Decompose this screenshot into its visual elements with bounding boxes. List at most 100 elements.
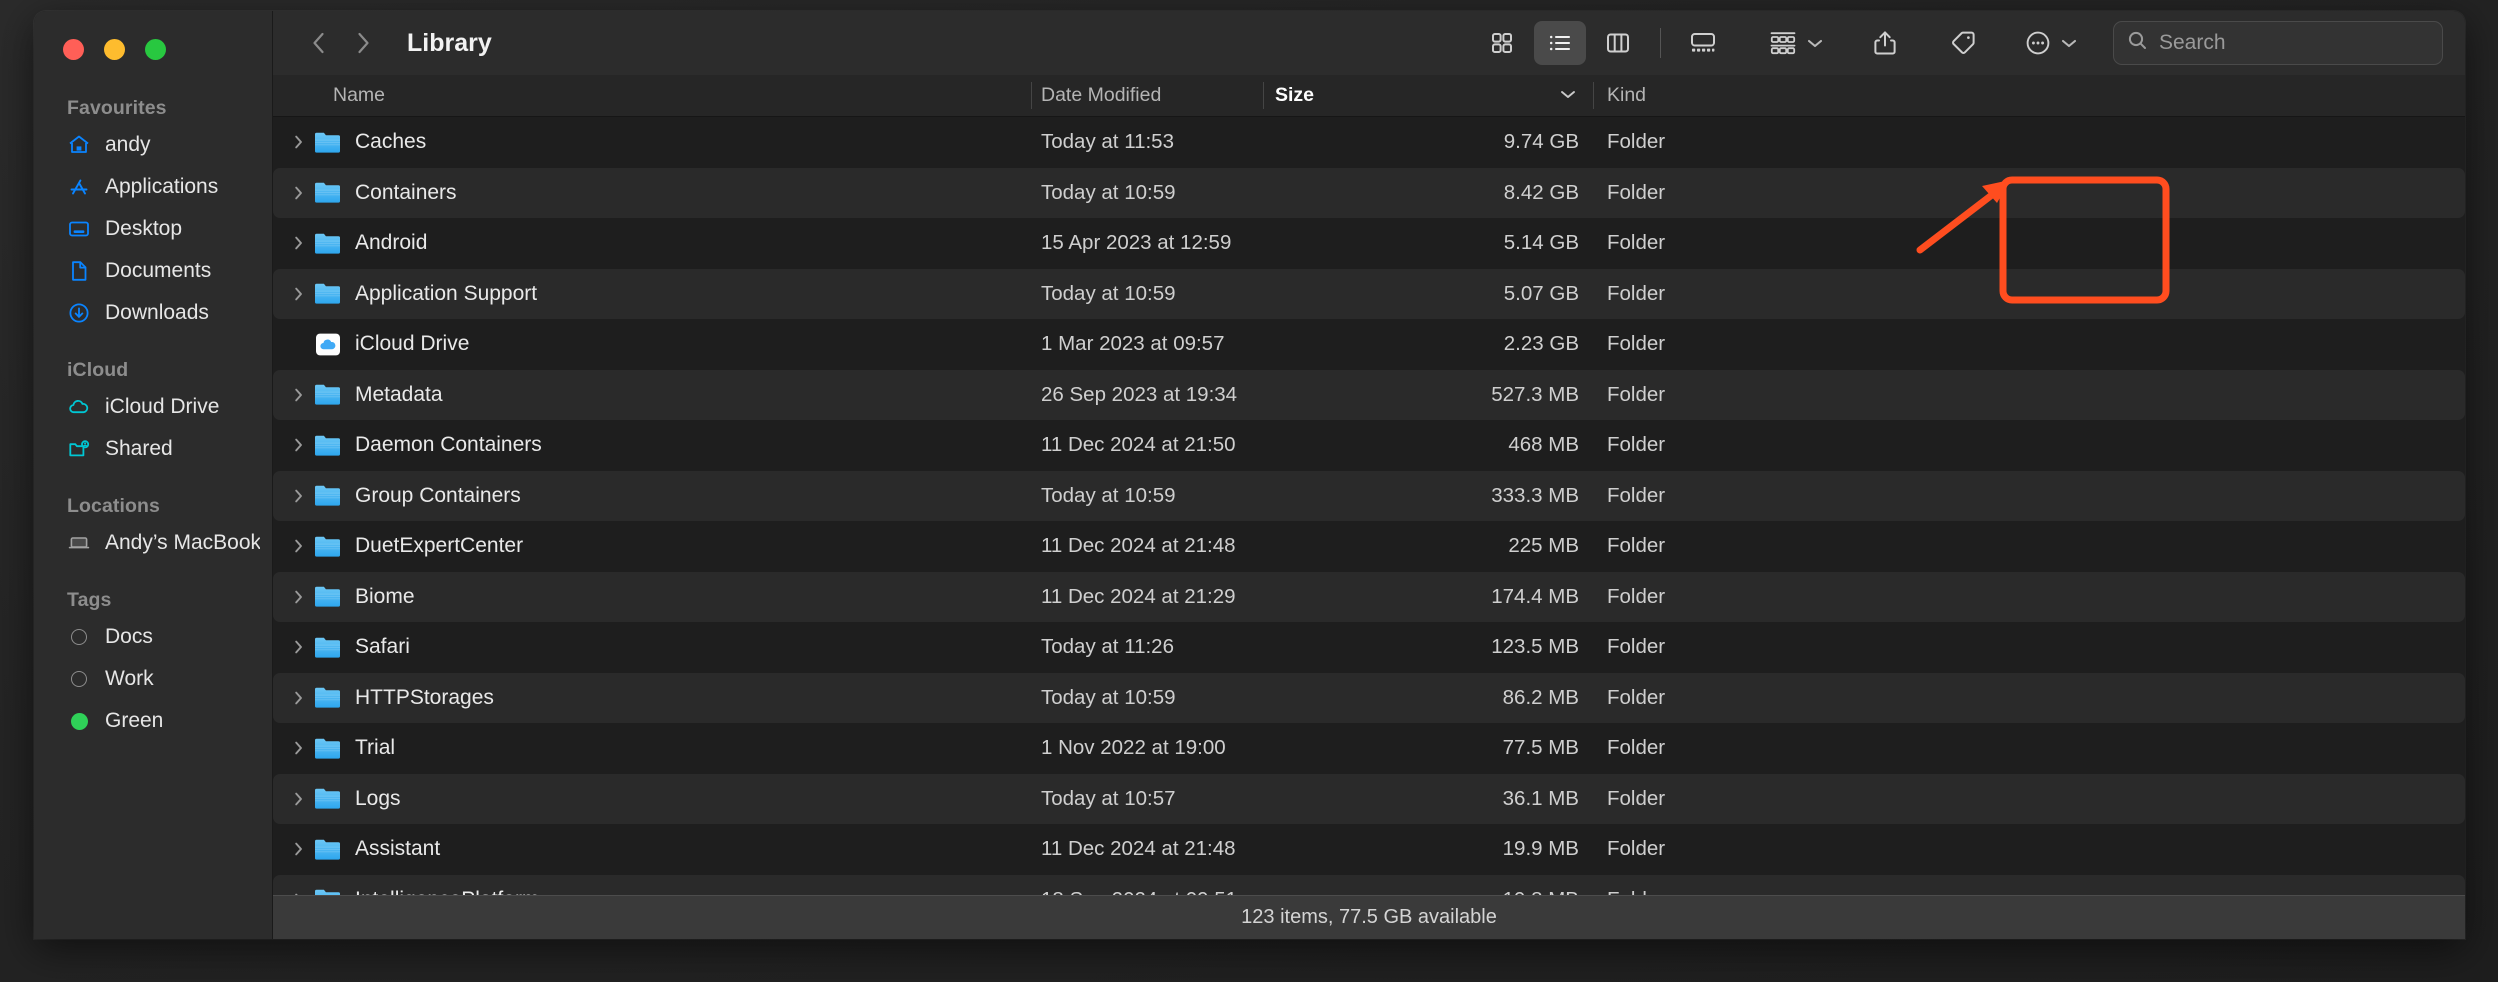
tag-button[interactable] [1941, 21, 1985, 65]
disclosure-triangle-icon[interactable] [285, 587, 313, 607]
row-cell-name: DuetExpertCenter [273, 534, 1031, 558]
row-cell-kind: Folder [1607, 382, 1666, 406]
sidebar-item-documents[interactable]: Documents [34, 253, 260, 289]
table-row[interactable]: Containers Today at 10:59 8.42 GB Folder [273, 167, 2465, 218]
sidebar-section-favourites-title: Favourites [67, 97, 167, 119]
row-cell-size: 86.2 MB [1502, 685, 1579, 709]
column-header-kind[interactable]: Kind [1593, 75, 2465, 116]
gallery-view-button[interactable] [1677, 21, 1729, 65]
row-name-label: Daemon Containers [355, 433, 542, 457]
table-row[interactable]: HTTPStorages Today at 10:59 86.2 MB Folder [273, 672, 2465, 723]
row-name-label: Safari [355, 635, 410, 659]
row-cell-size: 19.8 MB [1263, 888, 1593, 895]
sidebar-item-tag-work[interactable]: Work [34, 661, 260, 697]
row-cell-name: Assistant [273, 837, 1031, 861]
view-mode-segmented-control [1476, 21, 1729, 65]
more-options-button[interactable] [2019, 21, 2083, 65]
maximize-button[interactable] [145, 39, 166, 60]
list-view-button[interactable] [1534, 21, 1586, 65]
sidebar-item-label: Work [105, 667, 154, 690]
share-button[interactable] [1863, 21, 1907, 65]
table-row[interactable]: DuetExpertCenter 11 Dec 2024 at 21:48 225 … [273, 521, 2465, 572]
folder-icon [313, 686, 343, 709]
disclosure-triangle-icon[interactable] [285, 183, 313, 203]
table-row[interactable]: Application Support Today at 10:59 5.07 GB… [273, 268, 2465, 319]
row-cell-date-modified: 1 Nov 2022 at 19:00 [1041, 736, 1226, 760]
table-row[interactable]: Daemon Containers 11 Dec 2024 at 21:50 468… [273, 420, 2465, 471]
sidebar-item-macbook-air[interactable]: Andy’s MacBook Air [34, 525, 260, 561]
search-field[interactable]: Search [2113, 21, 2443, 65]
table-row[interactable]: Metadata 26 Sep 2023 at 19:34 527.3 MB Fold… [273, 369, 2465, 420]
sidebar-item-tag-green[interactable]: Green [34, 703, 260, 739]
sidebar-item-downloads[interactable]: Downloads [34, 295, 260, 331]
sidebar-item-label: iCloud Drive [105, 395, 220, 418]
sidebar-item-tag-docs[interactable]: Docs [34, 619, 260, 655]
column-header-name[interactable]: Name [273, 75, 1031, 116]
row-cell-date-modified: 11 Dec 2024 at 21:29 [1041, 584, 1236, 608]
disclosure-triangle-icon[interactable] [285, 233, 313, 253]
disclosure-triangle-icon[interactable] [285, 435, 313, 455]
row-name-label: iCloud Drive [355, 332, 470, 356]
row-cell-name: IntelligencePlatform [273, 888, 1031, 895]
sidebar-item-shared[interactable]: Shared [34, 431, 260, 467]
row-cell-kind: Folder [1607, 786, 1666, 810]
row-name-label: DuetExpertCenter [355, 534, 524, 558]
table-row[interactable]: IntelligencePlatform 18 Sep 2024 at 09:51… [273, 874, 2465, 895]
row-name-label: Application Support [355, 281, 538, 305]
disclosure-triangle-icon[interactable] [285, 738, 313, 758]
table-row[interactable]: Trial 1 Nov 2022 at 19:00 77.5 MB Folder [273, 723, 2465, 774]
disclosure-triangle-icon[interactable] [285, 132, 313, 152]
table-row[interactable]: Android 15 Apr 2023 at 12:59 5.14 GB Folder [273, 218, 2465, 269]
row-cell-date-modified: Today at 10:59 [1041, 685, 1176, 709]
table-row[interactable]: Assistant 11 Dec 2024 at 21:48 19.9 MB Fold… [273, 824, 2465, 875]
disclosure-triangle-icon[interactable] [285, 536, 313, 556]
table-row[interactable]: iCloud Drive 1 Mar 2023 at 09:57 2.23 GB Fo… [273, 319, 2465, 370]
column-header-size[interactable]: Size [1263, 75, 1593, 116]
row-cell-date-modified: 1 Mar 2023 at 09:57 [1041, 332, 1225, 356]
disclosure-triangle-icon[interactable] [285, 385, 313, 405]
disclosure-triangle-icon[interactable] [285, 486, 313, 506]
row-cell-date-modified: Today at 11:26 [1041, 635, 1174, 659]
column-header-row: Name Date Modified Size Kind [273, 75, 2465, 117]
sidebar-scroll-area[interactable]: Favourites andy Applications Desktop Doc… [34, 75, 272, 739]
disclosure-triangle-icon[interactable] [285, 637, 313, 657]
table-row[interactable]: Group Containers Today at 10:59 333.3 MB Fo… [273, 470, 2465, 521]
folder-icon [313, 434, 343, 457]
sidebar-item-label: Shared [105, 437, 173, 460]
group-by-button[interactable] [1763, 21, 1829, 65]
sidebar-item-label: Applications [105, 175, 219, 198]
table-row[interactable]: Logs Today at 10:57 36.1 MB Folder [273, 773, 2465, 824]
close-button[interactable] [63, 39, 84, 60]
row-cell-name: Application Support [273, 282, 1031, 306]
row-cell-date-modified: 11 Dec 2024 at 21:48 [1041, 837, 1236, 861]
disclosure-triangle-icon[interactable] [285, 688, 313, 708]
table-row[interactable]: Safari Today at 11:26 123.5 MB Folder [273, 622, 2465, 673]
disclosure-triangle-icon[interactable] [285, 284, 313, 304]
table-row[interactable]: Biome 11 Dec 2024 at 21:29 174.4 MB Folder [273, 571, 2465, 622]
column-header-date-modified[interactable]: Date Modified [1031, 75, 1263, 116]
column-view-button[interactable] [1592, 21, 1644, 65]
column-header-label: Size [1275, 84, 1315, 106]
sidebar-item-desktop[interactable]: Desktop [34, 211, 260, 247]
row-cell-date-modified: 26 Sep 2023 at 19:34 [1041, 382, 1238, 406]
table-row[interactable]: Caches Today at 11:53 9.74 GB Folder [273, 117, 2465, 168]
minimize-button[interactable] [104, 39, 125, 60]
file-list[interactable]: Caches Today at 11:53 9.74 GB Folder Contain… [273, 117, 2465, 895]
row-cell-kind: Folder [1607, 534, 1666, 558]
back-button[interactable] [297, 21, 341, 65]
sidebar-item-icloud-drive[interactable]: iCloud Drive [34, 389, 260, 425]
sidebar-item-andy[interactable]: andy [34, 127, 260, 163]
row-cell-kind: Folder [1607, 635, 1666, 659]
sidebar-section-locations-title: Locations [67, 495, 160, 517]
icon-view-button[interactable] [1476, 21, 1528, 65]
disclosure-triangle-icon[interactable] [285, 839, 313, 859]
sidebar-item-applications[interactable]: Applications [34, 169, 260, 205]
chevron-down-icon [1557, 84, 1579, 107]
page-title: Library [407, 28, 492, 57]
forward-button[interactable] [341, 21, 385, 65]
sidebar-item-label: Desktop [105, 217, 183, 240]
disclosure-triangle-icon[interactable] [285, 789, 313, 809]
sidebar-item-label: Documents [105, 259, 212, 282]
row-cell-date-modified: Today at 10:57 [1041, 786, 1176, 810]
row-name-label: Containers [355, 180, 457, 204]
